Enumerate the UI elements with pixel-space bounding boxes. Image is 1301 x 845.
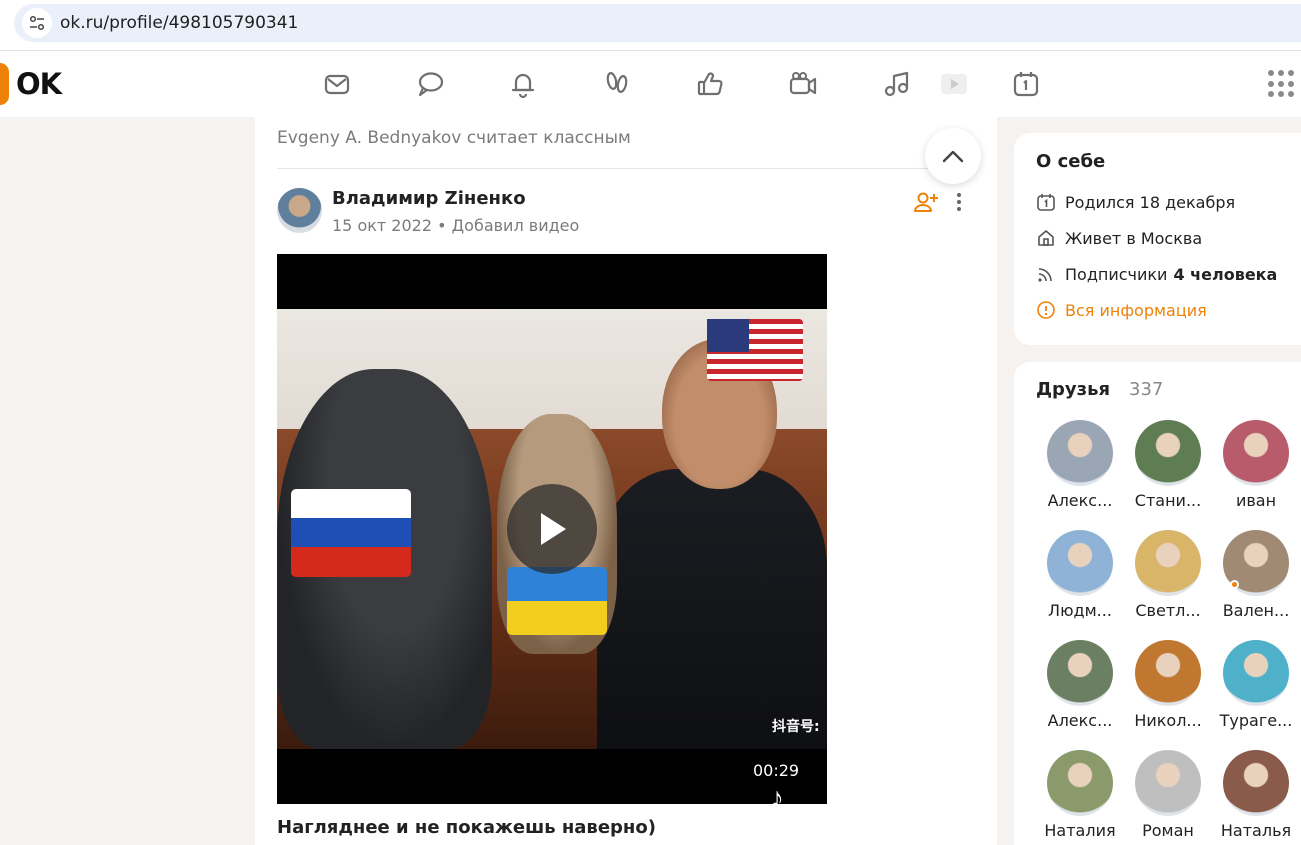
video-icon[interactable]: [938, 68, 970, 100]
site-header: OK: [0, 51, 1301, 117]
friends-title[interactable]: Друзья: [1036, 379, 1110, 400]
friend-name[interactable]: Алекс...: [1040, 711, 1120, 730]
video-player[interactable]: 抖音号: 00:29 ♪: [277, 254, 827, 804]
video-watermark: 抖音号:: [772, 719, 820, 735]
meta-separator: •: [437, 216, 447, 235]
site-settings-icon[interactable]: [22, 8, 52, 38]
friend-item[interactable]: Никол...: [1128, 640, 1208, 730]
friend-item[interactable]: Наталья: [1216, 750, 1296, 840]
location-text[interactable]: Живет в Москва: [1065, 229, 1202, 248]
subscribers-row[interactable]: Подписчики 4 человека: [1036, 262, 1277, 286]
reactions-icon[interactable]: [694, 68, 726, 100]
ok-logo[interactable]: OK: [0, 63, 62, 105]
friend-avatar[interactable]: [1135, 420, 1201, 486]
all-info-text: Вся информация: [1065, 300, 1207, 320]
author-name[interactable]: Владимир Ziненко: [332, 188, 526, 209]
play-icon[interactable]: [507, 484, 597, 574]
events-icon[interactable]: [1010, 68, 1042, 100]
messages-icon[interactable]: [321, 68, 353, 100]
friend-name[interactable]: Стани...: [1128, 491, 1208, 510]
friends-panel: Друзья 337 Алекс... Стани... иван Людм... Св…: [1014, 362, 1301, 845]
add-friend-icon[interactable]: [913, 190, 939, 214]
subscribers-icon: [1038, 268, 1052, 282]
feed-post-card: Evgeny A. Bednyakov считает классным Вла…: [255, 117, 997, 845]
birthday-text: Родился 18 декабря: [1065, 192, 1236, 212]
url-field[interactable]: ok.ru/profile/498105790341: [14, 4, 1301, 42]
friend-name[interactable]: Роман: [1128, 821, 1208, 840]
author-avatar[interactable]: [277, 188, 322, 233]
video-call-icon[interactable]: [787, 68, 819, 100]
friend-avatar[interactable]: [1135, 530, 1201, 596]
post-meta: 15 окт 2022 • Добавил видео: [332, 216, 579, 235]
online-indicator: [1230, 580, 1239, 589]
logo-mark: [0, 63, 9, 105]
info-icon: [1037, 301, 1055, 319]
friend-name[interactable]: Турагe...: [1216, 711, 1296, 730]
divider: [277, 168, 977, 169]
friend-item[interactable]: Алекс...: [1040, 420, 1120, 510]
apps-grid-icon[interactable]: [1268, 70, 1296, 98]
music-icon[interactable]: [880, 68, 912, 100]
about-panel: О себе Родился 18 декабря Живет в Москва…: [1014, 133, 1301, 345]
subscribers-value: 4 человека: [1173, 264, 1278, 284]
birthday-row: Родился 18 декабря: [1036, 190, 1235, 214]
discussions-icon[interactable]: [414, 68, 446, 100]
friend-item[interactable]: Людм...: [1040, 530, 1120, 620]
us-flag-image: [707, 319, 803, 381]
video-duration: 00:29: [753, 761, 800, 780]
tiktok-logo-icon: ♪: [770, 782, 784, 804]
friend-avatar[interactable]: [1135, 640, 1201, 706]
guests-icon[interactable]: [601, 68, 633, 100]
friend-avatar[interactable]: [1223, 420, 1289, 486]
scroll-to-top-button[interactable]: [925, 128, 981, 184]
friend-avatar[interactable]: [1223, 640, 1289, 706]
friend-item[interactable]: иван: [1216, 420, 1296, 510]
friend-name[interactable]: Людм...: [1040, 601, 1120, 620]
notifications-icon[interactable]: [507, 68, 539, 100]
friend-item[interactable]: Стани...: [1128, 420, 1208, 510]
calendar-icon: [1037, 194, 1055, 211]
friend-avatar[interactable]: [1047, 640, 1113, 706]
liked-by-text[interactable]: Evgeny A. Bednyakov считает классным: [277, 128, 631, 148]
friend-name[interactable]: Наталья: [1216, 821, 1296, 840]
ukraine-flag-image: [507, 567, 607, 635]
friend-avatar[interactable]: [1223, 750, 1289, 816]
more-options-icon[interactable]: [949, 190, 969, 214]
friend-item[interactable]: Светл...: [1128, 530, 1208, 620]
url-text[interactable]: ok.ru/profile/498105790341: [60, 13, 298, 33]
russia-flag-image: [291, 489, 411, 577]
friend-name[interactable]: Наталия: [1040, 821, 1120, 840]
friends-count: 337: [1129, 379, 1164, 400]
friend-item[interactable]: Наталия: [1040, 750, 1120, 840]
friend-avatar[interactable]: [1047, 530, 1113, 596]
all-info-link[interactable]: Вся информация: [1036, 298, 1207, 322]
friend-name[interactable]: иван: [1216, 491, 1296, 510]
about-title: О себе: [1036, 151, 1106, 172]
friend-name[interactable]: Алекс...: [1040, 491, 1120, 510]
post-action: Добавил видео: [451, 216, 580, 235]
location-row: Живет в Москва: [1036, 226, 1202, 250]
friend-name[interactable]: Светл...: [1128, 601, 1208, 620]
home-icon: [1038, 230, 1054, 246]
post-date[interactable]: 15 окт 2022: [332, 216, 432, 235]
friend-item[interactable]: Турагe...: [1216, 640, 1296, 730]
friend-item[interactable]: Алекс...: [1040, 640, 1120, 730]
friend-avatar[interactable]: [1135, 750, 1201, 816]
friend-item[interactable]: Вален...: [1216, 530, 1296, 620]
friend-item[interactable]: Роман: [1128, 750, 1208, 840]
friend-avatar[interactable]: [1047, 750, 1113, 816]
thumbnail-man-body: [597, 469, 827, 749]
friend-avatar[interactable]: [1047, 420, 1113, 486]
post-caption: Нагляднее и не покажешь наверно): [277, 817, 656, 838]
browser-address-bar: ok.ru/profile/498105790341: [0, 0, 1301, 51]
friend-name[interactable]: Никол...: [1128, 711, 1208, 730]
subscribers-label: Подписчики: [1065, 264, 1168, 284]
logo-text: OK: [16, 67, 62, 101]
friend-name[interactable]: Вален...: [1216, 601, 1296, 620]
